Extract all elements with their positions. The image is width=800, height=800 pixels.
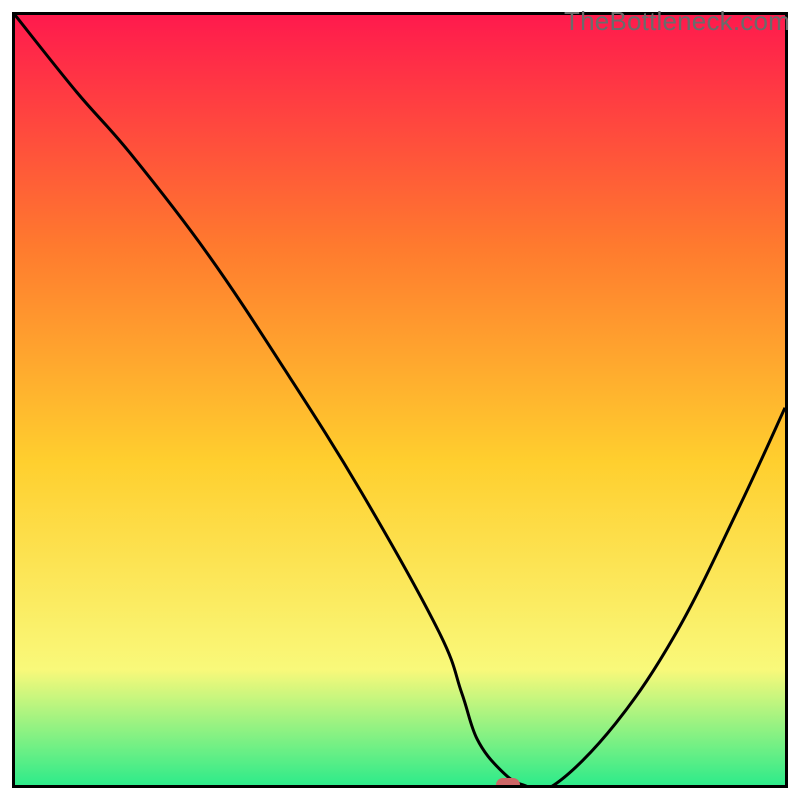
bottleneck-curve [15, 15, 785, 785]
selected-point-marker [496, 778, 520, 788]
watermark-text: TheBottleneck.com [564, 6, 790, 37]
plot-area [12, 12, 788, 788]
bottleneck-chart: TheBottleneck.com [0, 0, 800, 800]
curve-path [15, 15, 785, 785]
